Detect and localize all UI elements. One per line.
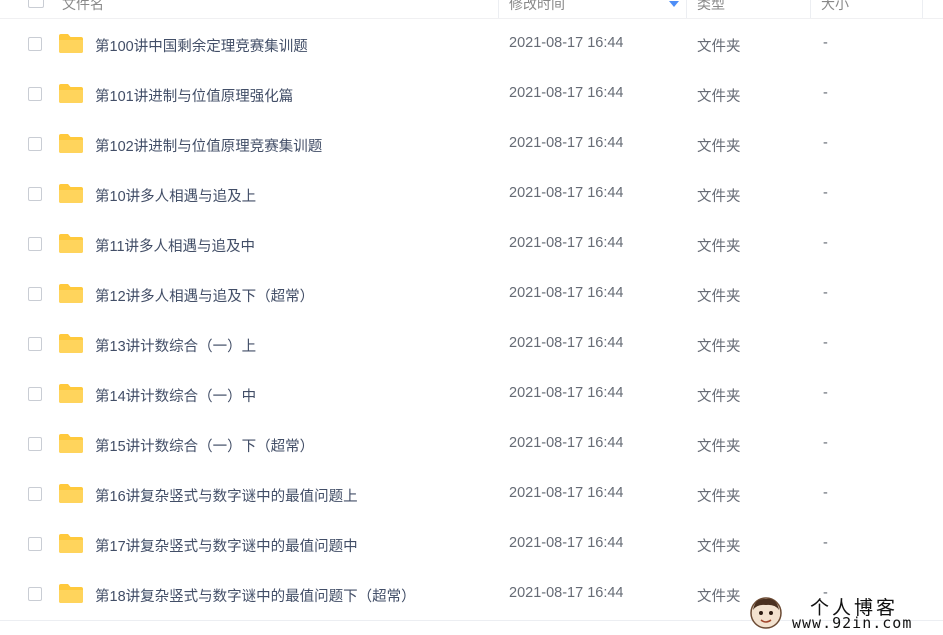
modified-time: 2021-08-17 16:44 xyxy=(509,485,624,501)
table-row[interactable]: 第101讲进制与位值原理强化篇 2021-08-17 16:44 文件夹 - xyxy=(12,69,943,119)
row-checkbox[interactable] xyxy=(28,287,42,301)
column-divider xyxy=(922,0,923,18)
modified-time: 2021-08-17 16:44 xyxy=(509,285,624,301)
file-name[interactable]: 第101讲进制与位值原理强化篇 xyxy=(95,85,293,106)
file-size: - xyxy=(823,335,828,351)
file-size: - xyxy=(823,235,828,251)
modified-time: 2021-08-17 16:44 xyxy=(509,235,624,251)
table-row[interactable]: 第16讲复杂竖式与数字谜中的最值问题上 2021-08-17 16:44 文件夹 - xyxy=(12,469,943,519)
table-row[interactable]: 第14讲计数综合（一）中 2021-08-17 16:44 文件夹 - xyxy=(12,369,943,419)
file-type: 文件夹 xyxy=(697,89,741,105)
file-type: 文件夹 xyxy=(697,539,741,555)
file-size: - xyxy=(823,435,828,451)
folder-icon xyxy=(59,584,83,603)
folder-icon xyxy=(59,484,83,503)
column-header-size[interactable]: 大小 xyxy=(821,0,849,17)
file-type: 文件夹 xyxy=(697,489,741,505)
file-type: 文件夹 xyxy=(697,239,741,255)
row-checkbox[interactable] xyxy=(28,487,42,501)
table-row[interactable]: 第15讲计数综合（一）下（超常） 2021-08-17 16:44 文件夹 - xyxy=(12,419,943,469)
column-header-modified[interactable]: 修改时间 xyxy=(509,0,565,17)
folder-icon xyxy=(59,234,83,253)
file-name[interactable]: 第15讲计数综合（一）下（超常） xyxy=(95,435,314,456)
column-divider xyxy=(498,0,499,18)
file-list-header: 文件名 修改时间 类型 大小 xyxy=(0,0,943,19)
file-name[interactable]: 第14讲计数综合（一）中 xyxy=(95,385,256,406)
modified-time: 2021-08-17 16:44 xyxy=(509,85,624,101)
file-size: - xyxy=(823,535,828,551)
row-checkbox[interactable] xyxy=(28,587,42,601)
modified-time: 2021-08-17 16:44 xyxy=(509,435,624,451)
file-name[interactable]: 第17讲复杂竖式与数字谜中的最值问题中 xyxy=(95,535,358,556)
watermark-url: www.92in.com xyxy=(792,614,913,632)
file-size: - xyxy=(823,135,828,151)
file-type: 文件夹 xyxy=(697,339,741,355)
folder-icon xyxy=(59,384,83,403)
file-name[interactable]: 第100讲中国剩余定理竞赛集训题 xyxy=(95,35,308,56)
row-checkbox[interactable] xyxy=(28,87,42,101)
sort-down-icon[interactable] xyxy=(669,1,679,7)
file-size: - xyxy=(823,185,828,201)
modified-time: 2021-08-17 16:44 xyxy=(509,335,624,351)
file-name[interactable]: 第102讲进制与位值原理竞赛集训题 xyxy=(95,135,322,156)
file-type: 文件夹 xyxy=(697,39,741,55)
modified-time: 2021-08-17 16:44 xyxy=(509,135,624,151)
table-row[interactable]: 第17讲复杂竖式与数字谜中的最值问题中 2021-08-17 16:44 文件夹 - xyxy=(12,519,943,569)
watermark: 个人博客 www.92in.com xyxy=(746,592,943,635)
file-size: - xyxy=(823,35,828,51)
folder-icon xyxy=(59,134,83,153)
table-row[interactable]: 第102讲进制与位值原理竞赛集训题 2021-08-17 16:44 文件夹 - xyxy=(12,119,943,169)
file-list: 第100讲中国剩余定理竞赛集训题 2021-08-17 16:44 文件夹 - 第101… xyxy=(12,19,943,619)
folder-icon xyxy=(59,434,83,453)
file-name[interactable]: 第11讲多人相遇与追及中 xyxy=(95,235,255,256)
modified-time: 2021-08-17 16:44 xyxy=(509,585,624,601)
table-row[interactable]: 第10讲多人相遇与追及上 2021-08-17 16:44 文件夹 - xyxy=(12,169,943,219)
file-type: 文件夹 xyxy=(697,589,741,605)
table-row[interactable]: 第13讲计数综合（一）上 2021-08-17 16:44 文件夹 - xyxy=(12,319,943,369)
avatar-icon xyxy=(750,597,782,629)
file-size: - xyxy=(823,385,828,401)
table-row[interactable]: 第12讲多人相遇与追及下（超常） 2021-08-17 16:44 文件夹 - xyxy=(12,269,943,319)
column-header-name[interactable]: 文件名 xyxy=(62,0,104,17)
file-type: 文件夹 xyxy=(697,189,741,205)
row-checkbox[interactable] xyxy=(28,337,42,351)
file-size: - xyxy=(823,85,828,101)
file-name[interactable]: 第10讲多人相遇与追及上 xyxy=(95,185,256,206)
folder-icon xyxy=(59,34,83,53)
table-row[interactable]: 第11讲多人相遇与追及中 2021-08-17 16:44 文件夹 - xyxy=(12,219,943,269)
file-size: - xyxy=(823,285,828,301)
column-divider xyxy=(686,0,687,18)
file-type: 文件夹 xyxy=(697,139,741,155)
folder-icon xyxy=(59,84,83,103)
file-name[interactable]: 第18讲复杂竖式与数字谜中的最值问题下（超常） xyxy=(95,585,416,606)
modified-time: 2021-08-17 16:44 xyxy=(509,185,624,201)
row-checkbox[interactable] xyxy=(28,187,42,201)
modified-time: 2021-08-17 16:44 xyxy=(509,35,624,51)
file-name[interactable]: 第16讲复杂竖式与数字谜中的最值问题上 xyxy=(95,485,358,506)
folder-icon xyxy=(59,534,83,553)
file-name[interactable]: 第13讲计数综合（一）上 xyxy=(95,335,256,356)
modified-time: 2021-08-17 16:44 xyxy=(509,385,624,401)
row-checkbox[interactable] xyxy=(28,137,42,151)
row-checkbox[interactable] xyxy=(28,437,42,451)
folder-icon xyxy=(59,334,83,353)
file-name[interactable]: 第12讲多人相遇与追及下（超常） xyxy=(95,285,314,306)
folder-icon xyxy=(59,184,83,203)
row-checkbox[interactable] xyxy=(28,37,42,51)
row-checkbox[interactable] xyxy=(28,537,42,551)
select-all-checkbox[interactable] xyxy=(28,0,44,8)
folder-icon xyxy=(59,284,83,303)
file-size: - xyxy=(823,485,828,501)
file-type: 文件夹 xyxy=(697,389,741,405)
column-divider xyxy=(810,0,811,18)
file-type: 文件夹 xyxy=(697,439,741,455)
modified-time: 2021-08-17 16:44 xyxy=(509,535,624,551)
row-checkbox[interactable] xyxy=(28,387,42,401)
table-row[interactable]: 第100讲中国剩余定理竞赛集训题 2021-08-17 16:44 文件夹 - xyxy=(12,19,943,69)
file-type: 文件夹 xyxy=(697,289,741,305)
row-checkbox[interactable] xyxy=(28,237,42,251)
column-header-type[interactable]: 类型 xyxy=(697,0,725,17)
